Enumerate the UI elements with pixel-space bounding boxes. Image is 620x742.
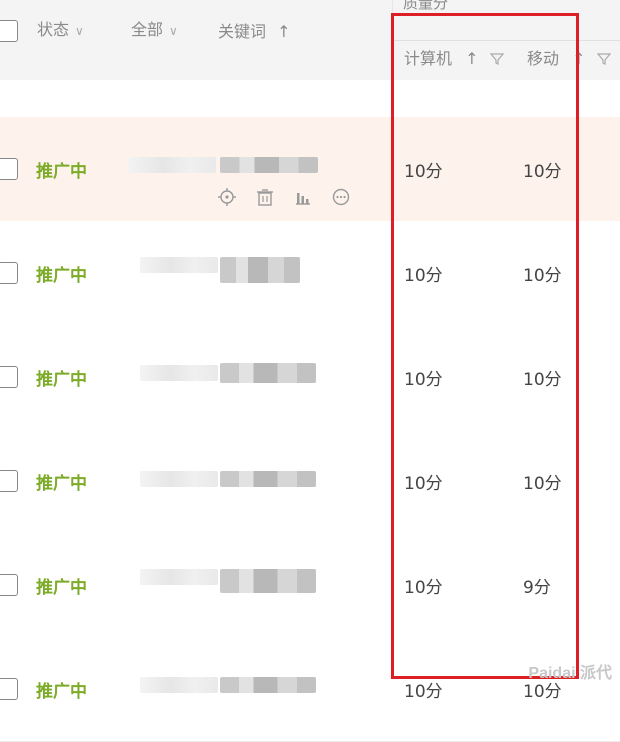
all-filter-label: 全部 [131,20,164,39]
chevron-down-icon: ∨ [75,24,84,38]
table-row[interactable]: 推广中 10分 10分 [0,221,620,326]
status-filter[interactable]: 状态 ∨ [37,16,84,40]
mobile-score-header[interactable]: 移动 ↑ [527,45,611,69]
watermark: Paidai 派代 [528,665,612,682]
pc-quality-score: 10分 [404,474,443,494]
status-badge: 推广中 [36,578,87,598]
sort-up-icon[interactable]: ↑ [465,49,478,68]
status-badge: 推广中 [36,370,87,390]
trash-icon[interactable] [255,187,275,207]
row-checkbox[interactable] [0,158,18,180]
status-badge: 推广中 [36,474,87,494]
table-row[interactable]: 推广中 10分 9分 [0,533,620,638]
keyword-column-header[interactable]: 关键词 ↑ [218,18,291,42]
mobile-quality-score: 9分 [523,578,551,598]
blurred-keyword [220,677,316,693]
chevron-down-icon: ∨ [169,24,178,38]
table-row[interactable]: 推广中 10分 10分 [0,325,620,430]
table-row[interactable]: 推广中 10分 10分 [0,117,620,222]
filter-icon[interactable] [489,52,504,66]
table-row[interactable]: 推广中 10分 10分 [0,637,620,742]
quality-score-group-header: 质量分 [403,0,449,12]
select-all-checkbox[interactable] [0,20,18,42]
mobile-quality-score: 10分 [523,474,562,494]
table-row[interactable]: 推广中 10分 10分 [0,429,620,534]
pc-quality-score: 10分 [404,162,443,182]
blurred-keyword [140,471,218,487]
row-actions [217,187,351,207]
blurred-keyword [140,677,218,693]
row-checkbox[interactable] [0,678,18,700]
mobile-quality-score: 10分 [523,266,562,286]
blurred-keyword [220,257,300,283]
status-badge: 推广中 [36,682,87,702]
blurred-keyword [140,257,218,273]
row-checkbox[interactable] [0,470,18,492]
keyword-label: 关键词 [218,22,267,41]
mobile-score-label: 移动 [527,49,560,68]
mobile-quality-score: 10分 [523,370,562,390]
blurred-keyword [140,365,218,381]
column-divider [392,0,393,40]
blurred-keyword [220,363,316,383]
pc-quality-score: 10分 [404,370,443,390]
blurred-keyword [220,471,316,487]
sort-up-icon[interactable]: ↑ [277,22,290,41]
pc-quality-score: 10分 [404,578,443,598]
blurred-keyword [220,569,316,593]
all-filter[interactable]: 全部 ∨ [131,16,178,40]
table-header: 状态 ∨ 全部 ∨ 关键词 ↑ 质量分 计算机 ↑ 移动 ↑ [0,0,620,80]
more-icon[interactable] [331,187,351,207]
status-badge: 推广中 [36,162,87,182]
pc-score-label: 计算机 [404,49,453,68]
row-checkbox[interactable] [0,366,18,388]
row-checkbox[interactable] [0,574,18,596]
header-divider [392,40,620,41]
blurred-keyword [128,157,216,173]
target-icon[interactable] [217,187,237,207]
mobile-quality-score: 10分 [523,162,562,182]
status-badge: 推广中 [36,266,87,286]
filter-icon[interactable] [596,52,611,66]
blurred-keyword [220,157,318,173]
bar-chart-icon[interactable] [293,187,313,207]
pc-quality-score: 10分 [404,682,443,702]
pc-score-header[interactable]: 计算机 ↑ [404,45,504,69]
blurred-keyword [140,569,218,585]
status-filter-label: 状态 [37,20,70,39]
row-checkbox[interactable] [0,262,18,284]
sort-up-icon[interactable]: ↑ [572,49,585,68]
pc-quality-score: 10分 [404,266,443,286]
